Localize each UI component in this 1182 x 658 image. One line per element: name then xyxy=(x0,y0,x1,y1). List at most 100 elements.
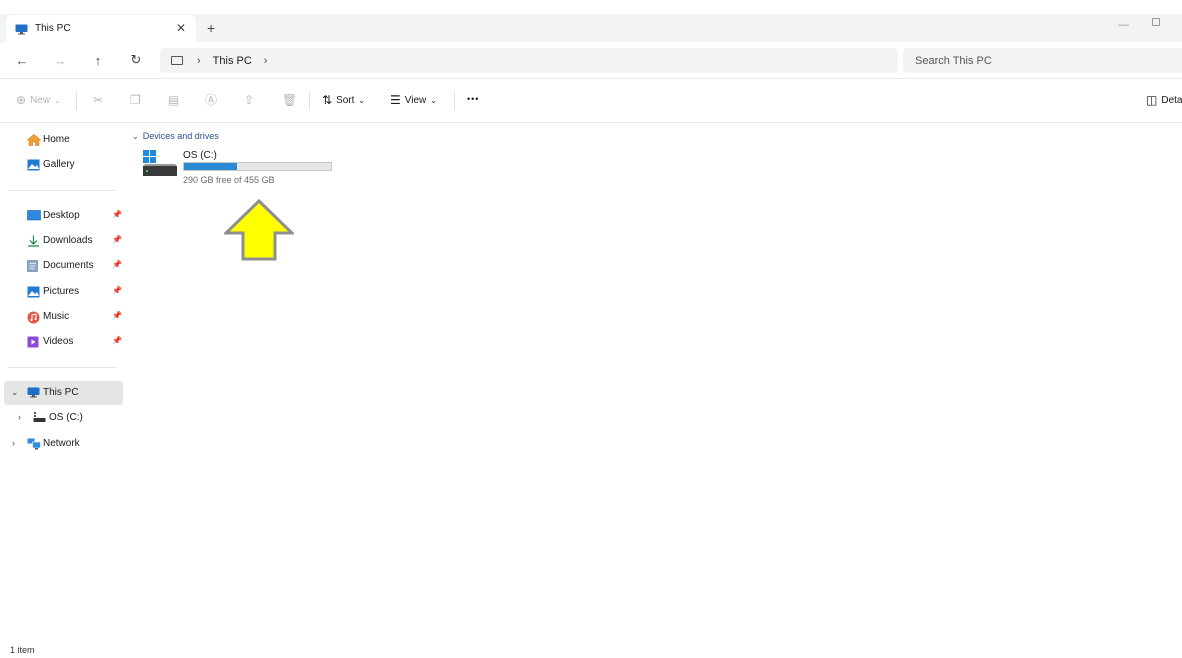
navigation-pane: Home Gallery Desktop 📌 Downloads 📌 Docum… xyxy=(0,123,126,640)
share-icon: ⇪ xyxy=(244,93,255,107)
pin-icon[interactable]: 📌 xyxy=(112,311,122,320)
item-count: 1 item xyxy=(10,645,35,655)
view-icon: ☰ xyxy=(390,93,401,107)
pin-icon[interactable]: 📌 xyxy=(112,235,122,244)
tab-this-pc[interactable]: This PC ✕ xyxy=(6,15,196,42)
details-pane-icon: ◫ xyxy=(1146,93,1158,107)
sidebar-item-label: Home xyxy=(43,134,70,145)
chevron-down-icon: ⌄ xyxy=(54,95,61,105)
rename-icon: Ⓐ xyxy=(205,93,218,107)
drive-item-os-c[interactable]: OS (C:) 290 GB free of 455 GB xyxy=(140,148,340,188)
search-input[interactable] xyxy=(915,54,1155,67)
pin-icon[interactable]: 📌 xyxy=(112,260,122,269)
copy-icon: ❐ xyxy=(130,93,141,107)
sidebar-item-music[interactable]: Music 📌 xyxy=(0,305,124,329)
sidebar-item-videos[interactable]: Videos 📌 xyxy=(0,330,124,354)
sidebar-item-gallery[interactable]: Gallery xyxy=(0,153,124,177)
divider xyxy=(76,92,77,110)
videos-icon xyxy=(27,336,40,348)
sidebar-item-home[interactable]: Home xyxy=(0,128,124,152)
delete-button[interactable]: 🗑 xyxy=(282,94,297,106)
title-top-strip xyxy=(0,0,1182,14)
sidebar-item-label: OS (C:) xyxy=(49,412,83,423)
back-button[interactable]: ← xyxy=(13,51,31,69)
more-options-button[interactable]: ••• xyxy=(467,94,479,104)
desktop-icon xyxy=(27,210,41,222)
sidebar-item-documents[interactable]: Documents 📌 xyxy=(0,254,124,278)
paste-button[interactable]: ▤ xyxy=(168,94,179,106)
sidebar-item-network[interactable]: › Network xyxy=(0,432,124,456)
new-label: New xyxy=(30,94,51,106)
home-icon xyxy=(26,134,42,146)
chevron-down-icon[interactable]: ⌄ xyxy=(11,387,19,398)
music-icon xyxy=(27,311,40,324)
drive-usage-bar xyxy=(183,162,332,171)
drive-free-space: 290 GB free of 455 GB xyxy=(183,175,275,185)
network-icon xyxy=(27,438,41,450)
pin-icon[interactable]: 📌 xyxy=(112,286,122,295)
restore-button[interactable] xyxy=(1152,18,1160,26)
breadcrumb[interactable]: › This PC › xyxy=(160,48,898,73)
minimize-button[interactable]: — xyxy=(1118,19,1129,31)
this-pc-icon xyxy=(27,387,40,399)
drive-usage-fill xyxy=(184,163,238,170)
sidebar-item-label: Network xyxy=(43,438,80,449)
sidebar-item-label: This PC xyxy=(43,387,79,398)
drive-icon xyxy=(33,412,46,424)
sidebar-item-label: Downloads xyxy=(43,235,93,246)
breadcrumb-separator: › xyxy=(197,54,201,67)
view-button[interactable]: ☰ View ⌄ xyxy=(390,94,437,106)
view-label: View xyxy=(404,94,427,106)
sort-icon: ⇅ xyxy=(322,93,333,107)
sidebar-item-pictures[interactable]: Pictures 📌 xyxy=(0,280,124,304)
close-tab-icon[interactable]: ✕ xyxy=(176,21,186,35)
sidebar-item-os-c[interactable]: › OS (C:) xyxy=(0,406,124,430)
sidebar-item-label: Music xyxy=(43,311,70,322)
chevron-right-icon[interactable]: › xyxy=(18,412,21,422)
status-bar: 1 item xyxy=(0,640,1182,658)
forward-button[interactable]: → xyxy=(51,51,69,69)
chevron-down-icon: ⌄ xyxy=(430,95,437,105)
divider xyxy=(309,92,310,110)
search-box[interactable] xyxy=(903,48,1182,73)
pin-icon[interactable]: 📌 xyxy=(112,336,122,345)
breadcrumb-trailing-separator[interactable]: › xyxy=(264,55,268,67)
share-button[interactable]: ⇪ xyxy=(244,94,254,106)
tab-label: This PC xyxy=(35,23,71,34)
breadcrumb-this-pc[interactable]: This PC xyxy=(213,55,252,67)
pictures-icon xyxy=(27,286,40,298)
sort-label: Sort xyxy=(336,94,355,106)
sidebar-item-label: Documents xyxy=(43,260,94,271)
details-pane-button[interactable]: ◫ Details xyxy=(1146,94,1182,106)
details-label: Details xyxy=(1161,94,1182,106)
address-bar: ← → ↑ ↻ › This PC › xyxy=(0,42,1182,79)
annotation-arrow-icon xyxy=(224,199,294,261)
pc-icon xyxy=(171,56,183,65)
new-button[interactable]: ⊕ New ⌄ xyxy=(16,94,61,106)
drive-name: OS (C:) xyxy=(183,150,217,161)
group-header-devices[interactable]: ⌄ Devices and drives xyxy=(132,131,219,141)
sort-button[interactable]: ⇅ Sort ⌄ xyxy=(322,94,365,106)
plus-circle-icon: ⊕ xyxy=(16,93,27,107)
sidebar-item-label: Gallery xyxy=(43,159,75,170)
divider xyxy=(454,92,455,110)
sidebar-item-this-pc[interactable]: ⌄ This PC xyxy=(4,381,123,405)
chevron-right-icon[interactable]: › xyxy=(12,438,15,448)
copy-button[interactable]: ❐ xyxy=(130,94,141,106)
chevron-down-icon: ⌄ xyxy=(358,95,366,105)
up-button[interactable]: ↑ xyxy=(89,51,107,69)
trash-icon: 🗑 xyxy=(282,93,298,107)
documents-icon xyxy=(27,260,40,272)
sidebar-item-downloads[interactable]: Downloads 📌 xyxy=(0,229,124,253)
chevron-down-icon: ⌄ xyxy=(132,132,139,141)
refresh-button[interactable]: ↻ xyxy=(127,51,145,69)
rename-button[interactable]: Ⓐ xyxy=(205,94,217,106)
cut-button[interactable]: ✂ xyxy=(93,94,103,106)
group-header-label: Devices and drives xyxy=(142,131,219,141)
sidebar-item-desktop[interactable]: Desktop 📌 xyxy=(0,204,124,228)
clipboard-icon: ▤ xyxy=(168,93,180,107)
new-tab-button[interactable]: + xyxy=(207,20,215,36)
windows-drive-icon xyxy=(142,150,178,180)
pin-icon[interactable]: 📌 xyxy=(112,210,122,219)
sidebar-item-label: Pictures xyxy=(43,286,80,297)
